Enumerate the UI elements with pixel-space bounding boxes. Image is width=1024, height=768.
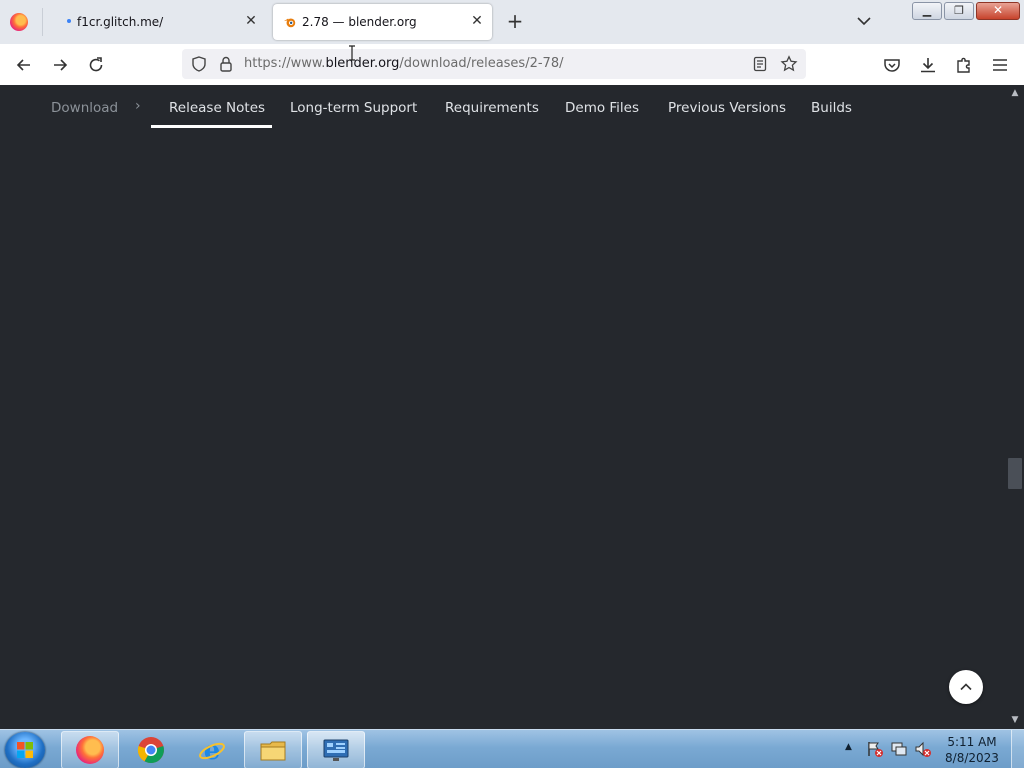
extensions-puzzle-icon[interactable] (954, 55, 974, 75)
bookmark-star-icon[interactable] (780, 55, 798, 73)
list-all-tabs-icon[interactable] (855, 12, 873, 30)
chrome-icon (137, 737, 164, 764)
start-button[interactable] (5, 732, 45, 768)
taskbar-chrome[interactable] (122, 731, 180, 768)
windows-logo-icon (17, 742, 33, 758)
page-content (0, 129, 1006, 729)
reader-view-icon[interactable] (752, 56, 768, 72)
blender-favicon-icon (283, 18, 296, 28)
address-bar[interactable]: https://www.blender.org/download/release… (182, 49, 806, 79)
tab-separator (42, 8, 43, 36)
minimize-button[interactable]: ▁ (912, 2, 942, 20)
file-explorer-icon (260, 741, 286, 761)
url-path: /download/releases/2-78/ (399, 56, 564, 71)
scrollbar-thumb[interactable] (1008, 458, 1022, 489)
tab-title: f1cr.glitch.me/ (77, 15, 164, 29)
url-prefix: https://www. (244, 56, 326, 71)
chevron-right-icon: › (135, 98, 141, 114)
chevron-up-icon (960, 683, 972, 691)
action-center-flag-icon[interactable] (866, 740, 884, 758)
new-tab-icon[interactable]: + (505, 11, 525, 31)
subnav-requirements[interactable]: Requirements (445, 100, 539, 116)
taskbar-file-explorer[interactable] (244, 731, 302, 768)
subnav-previous-versions[interactable]: Previous Versions (668, 100, 786, 116)
scroll-down-arrow-icon[interactable]: ▼ (1010, 715, 1020, 725)
url-host: blender.org (325, 56, 400, 71)
subnav-demo-files[interactable]: Demo Files (565, 100, 639, 116)
show-desktop-button[interactable] (1011, 730, 1024, 768)
close-window-button[interactable]: ✕ (976, 2, 1020, 20)
navigation-toolbar: https://www.blender.org/download/release… (0, 44, 1024, 86)
back-arrow-icon[interactable] (14, 55, 34, 75)
window-controls: ▁ ❐ ✕ (912, 2, 1020, 20)
text-cursor-icon (349, 45, 355, 61)
tab-blender[interactable]: 2.78 — blender.org ✕ (273, 4, 492, 40)
lock-icon[interactable] (218, 55, 234, 73)
scroll-up-arrow-icon[interactable]: ▲ (1010, 88, 1020, 98)
url-text[interactable]: https://www.blender.org/download/release… (244, 56, 563, 71)
downloads-icon[interactable] (918, 55, 938, 75)
tab-title: 2.78 — blender.org (302, 15, 417, 29)
reload-icon[interactable] (86, 55, 106, 75)
subnav-download[interactable]: Download (51, 100, 118, 116)
active-tab-underline (151, 125, 272, 128)
hamburger-menu-icon[interactable] (990, 55, 1010, 75)
clock-date: 8/8/2023 (945, 751, 999, 765)
subnav-long-term-support[interactable]: Long-term Support (290, 100, 417, 116)
internet-explorer-icon: e (199, 736, 225, 764)
firefox-icon (76, 736, 104, 764)
taskbar-control-panel[interactable] (307, 731, 365, 768)
forward-arrow-icon[interactable] (50, 55, 70, 75)
close-tab-icon[interactable]: ✕ (468, 12, 486, 30)
firefox-menu-icon[interactable] (10, 13, 28, 31)
tab-f1cr[interactable]: f1cr.glitch.me/ ✕ (44, 4, 270, 40)
page-scrollbar[interactable]: ▲ ▼ (1006, 85, 1024, 729)
download-subnav: Download › Release Notes Long-term Suppo… (0, 85, 1006, 129)
tracking-protection-shield-icon[interactable] (190, 55, 208, 73)
tab-notification-dot (67, 19, 71, 23)
taskbar-clock[interactable]: 5:11 AM 8/8/2023 (940, 734, 1004, 766)
close-tab-icon[interactable]: ✕ (242, 12, 260, 30)
subnav-builds[interactable]: Builds (811, 100, 852, 116)
pocket-icon[interactable] (882, 55, 902, 75)
network-icon[interactable] (890, 740, 908, 758)
show-hidden-icons-icon[interactable]: ▲ (845, 742, 852, 752)
taskbar-firefox[interactable] (61, 731, 119, 768)
svg-text:e: e (204, 736, 221, 764)
browser-tab-strip: f1cr.glitch.me/ ✕ 2.78 — blender.org ✕ +… (0, 0, 1024, 44)
restore-button[interactable]: ❐ (944, 2, 974, 20)
clock-time: 5:11 AM (947, 735, 997, 749)
subnav-release-notes[interactable]: Release Notes (169, 100, 265, 116)
windows-taskbar: e ▲ 5:11 AM 8/8/2023 (0, 729, 1024, 768)
back-to-top-button[interactable] (949, 670, 983, 704)
control-panel-icon (323, 739, 349, 761)
volume-muted-icon[interactable] (914, 740, 932, 758)
taskbar-internet-explorer[interactable]: e (183, 731, 241, 768)
